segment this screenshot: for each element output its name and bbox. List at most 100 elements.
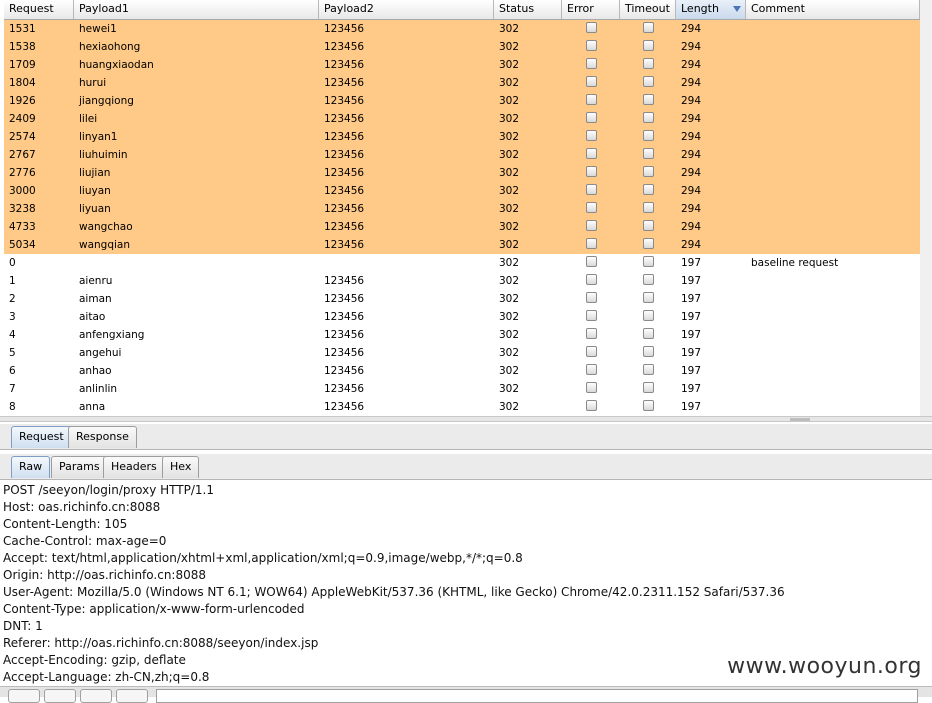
timeout-checkbox[interactable]: [642, 184, 654, 195]
error-checkbox[interactable]: [585, 130, 597, 141]
error-checkbox[interactable]: [585, 256, 597, 267]
error-checkbox[interactable]: [585, 112, 597, 123]
timeout-checkbox[interactable]: [642, 76, 654, 87]
search-input[interactable]: [156, 689, 918, 703]
cell-length: 197: [681, 347, 702, 359]
timeout-checkbox[interactable]: [642, 292, 654, 303]
next-button[interactable]: [116, 689, 148, 703]
timeout-checkbox[interactable]: [642, 148, 654, 159]
column-header-status[interactable]: Status: [494, 0, 562, 19]
timeout-checkbox[interactable]: [642, 166, 654, 177]
table-row[interactable]: 1 aienru 123456 302 197: [4, 272, 920, 290]
error-checkbox[interactable]: [585, 328, 597, 339]
error-checkbox[interactable]: [585, 382, 597, 393]
tab-raw[interactable]: Raw: [11, 456, 51, 478]
error-checkbox[interactable]: [585, 364, 597, 375]
table-row[interactable]: 5 angehui 123456 302 197: [4, 344, 920, 362]
help-button[interactable]: [8, 689, 40, 703]
cell-request: 1538: [9, 41, 36, 53]
table-row[interactable]: 7 anlinlin 123456 302 197: [4, 380, 920, 398]
table-row[interactable]: 2 aiman 123456 302 197: [4, 290, 920, 308]
error-checkbox[interactable]: [585, 58, 597, 69]
error-checkbox[interactable]: [585, 274, 597, 285]
previous-button[interactable]: [44, 689, 76, 703]
add-button[interactable]: [80, 689, 112, 703]
cell-payload2: 123456: [324, 149, 365, 161]
error-checkbox[interactable]: [585, 94, 597, 105]
error-checkbox[interactable]: [585, 184, 597, 195]
timeout-checkbox[interactable]: [642, 94, 654, 105]
vertical-scrollbar[interactable]: [920, 0, 932, 416]
tab-request[interactable]: Request: [11, 426, 72, 448]
column-header-payload1[interactable]: Payload1: [74, 0, 319, 19]
error-checkbox[interactable]: [585, 310, 597, 321]
table-row[interactable]: 1538 hexiaohong 123456 302 294: [4, 38, 920, 56]
cell-request: 1709: [9, 59, 36, 71]
column-header-error[interactable]: Error: [562, 0, 620, 19]
table-row[interactable]: 1531 hewei1 123456 302 294: [4, 20, 920, 38]
column-header-comment[interactable]: Comment: [746, 0, 920, 19]
pane-splitter[interactable]: [0, 416, 932, 422]
timeout-checkbox[interactable]: [642, 238, 654, 249]
timeout-checkbox[interactable]: [642, 328, 654, 339]
timeout-checkbox[interactable]: [642, 40, 654, 51]
table-row[interactable]: 2776 liujian 123456 302 294: [4, 164, 920, 182]
tab-headers[interactable]: Headers: [103, 456, 165, 478]
splitter-grip-icon[interactable]: [790, 418, 810, 421]
table-row[interactable]: 0 302 197 baseline request: [4, 254, 920, 272]
table-row[interactable]: 2574 linyan1 123456 302 294: [4, 128, 920, 146]
timeout-checkbox[interactable]: [642, 310, 654, 321]
error-checkbox[interactable]: [585, 220, 597, 231]
error-checkbox[interactable]: [585, 202, 597, 213]
tab-hex[interactable]: Hex: [162, 456, 200, 478]
column-header-timeout[interactable]: Timeout: [620, 0, 676, 19]
error-checkbox[interactable]: [585, 76, 597, 87]
table-row[interactable]: 3238 liyuan 123456 302 294: [4, 200, 920, 218]
timeout-checkbox[interactable]: [642, 22, 654, 33]
timeout-checkbox[interactable]: [642, 382, 654, 393]
tab-params[interactable]: Params: [51, 456, 108, 478]
table-row[interactable]: 2767 liuhuimin 123456 302 294: [4, 146, 920, 164]
timeout-checkbox[interactable]: [642, 256, 654, 267]
error-checkbox[interactable]: [585, 292, 597, 303]
error-checkbox[interactable]: [585, 148, 597, 159]
error-checkbox[interactable]: [585, 166, 597, 177]
timeout-checkbox[interactable]: [642, 364, 654, 375]
table-row[interactable]: 1709 huangxiaodan 123456 302 294: [4, 56, 920, 74]
table-row[interactable]: 6 anhao 123456 302 197: [4, 362, 920, 380]
table-row[interactable]: 3 aitao 123456 302 197: [4, 308, 920, 326]
cell-payload2: 123456: [324, 383, 365, 395]
table-row[interactable]: 5034 wangqian 123456 302 294: [4, 236, 920, 254]
cell-status: 302: [499, 95, 520, 107]
timeout-checkbox[interactable]: [642, 130, 654, 141]
column-header-length[interactable]: Length: [676, 0, 746, 19]
error-checkbox[interactable]: [585, 238, 597, 249]
cell-timeout: [620, 202, 676, 216]
cell-length: 197: [681, 401, 702, 413]
timeout-checkbox[interactable]: [642, 346, 654, 357]
tab-response[interactable]: Response: [68, 426, 137, 448]
timeout-checkbox[interactable]: [642, 274, 654, 285]
cell-length: 197: [681, 275, 702, 287]
timeout-checkbox[interactable]: [642, 202, 654, 213]
table-header: Request Payload1 Payload2 Status Error T…: [4, 0, 920, 20]
error-checkbox[interactable]: [585, 40, 597, 51]
column-header-payload2[interactable]: Payload2: [319, 0, 494, 19]
table-row[interactable]: 1926 jiangqiong 123456 302 294: [4, 92, 920, 110]
timeout-checkbox[interactable]: [642, 112, 654, 123]
error-checkbox[interactable]: [585, 346, 597, 357]
column-header-request[interactable]: Request: [4, 0, 74, 19]
cell-length: 294: [681, 131, 702, 143]
timeout-checkbox[interactable]: [642, 400, 654, 411]
table-row[interactable]: 4 anfengxiang 123456 302 197: [4, 326, 920, 344]
table-row[interactable]: 4733 wangchao 123456 302 294: [4, 218, 920, 236]
timeout-checkbox[interactable]: [642, 58, 654, 69]
table-row[interactable]: 3000 liuyan 123456 302 294: [4, 182, 920, 200]
table-row[interactable]: 1804 hurui 123456 302 294: [4, 74, 920, 92]
table-row[interactable]: 8 anna 123456 302 197: [4, 398, 920, 416]
table-row[interactable]: 2409 lilei 123456 302 294: [4, 110, 920, 128]
error-checkbox[interactable]: [585, 400, 597, 411]
timeout-checkbox[interactable]: [642, 220, 654, 231]
cell-payload2: 123456: [324, 41, 365, 53]
error-checkbox[interactable]: [585, 22, 597, 33]
